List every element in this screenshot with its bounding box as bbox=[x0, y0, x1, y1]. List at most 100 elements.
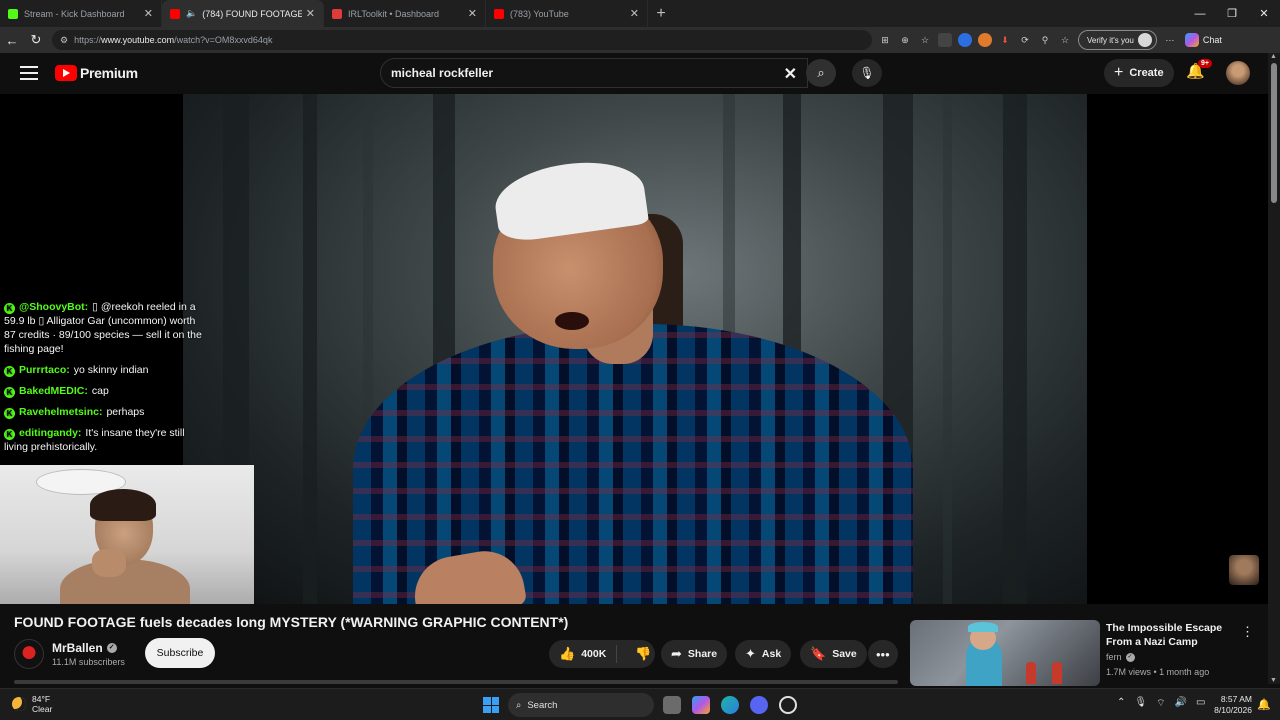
temperature: 84°F bbox=[32, 694, 51, 704]
speaker-icon[interactable]: 🔈 bbox=[186, 8, 197, 19]
microphone-icon[interactable]: 🎙 bbox=[1134, 697, 1147, 710]
url-host: www.youtube.com bbox=[101, 35, 175, 45]
address-bar[interactable]: ⚙ https://www.youtube.com/watch?v=OM8xxv… bbox=[52, 30, 872, 50]
windows-taskbar: 84°F Clear ⌕ Search ⌃ 🎙 ⌔ 🔊 ▭ 8:57 AM 8/… bbox=[0, 688, 1280, 720]
search-value: micheal rockfeller bbox=[391, 66, 494, 80]
network-icon[interactable]: ⌔ bbox=[1156, 697, 1165, 710]
split-screen-icon[interactable]: ⚲ bbox=[1038, 33, 1052, 47]
recommended-title[interactable]: The Impossible Escape From a Nazi Camp bbox=[1106, 621, 1234, 649]
kick-badge-icon: K bbox=[4, 429, 15, 440]
site-info-icon[interactable]: ⚙ bbox=[60, 35, 68, 46]
search-icon[interactable]: ⌕ bbox=[806, 59, 836, 87]
reload-icon[interactable]: ↻ bbox=[24, 28, 48, 52]
ask-button[interactable]: ✦ Ask bbox=[735, 640, 792, 668]
close-window-icon[interactable]: ✕ bbox=[1248, 0, 1280, 27]
blue-extension-icon[interactable] bbox=[958, 33, 972, 47]
clear-search-icon[interactable]: ✕ bbox=[784, 64, 797, 84]
video-watermark-avatar[interactable] bbox=[1229, 555, 1259, 585]
chat-message: Keditingandy: It's insane they're still l… bbox=[4, 426, 209, 454]
tab-youtube-home[interactable]: (783) YouTube ✕ bbox=[486, 0, 648, 27]
edge-browser-icon[interactable] bbox=[721, 696, 739, 714]
search-input[interactable]: micheal rockfeller ✕ bbox=[380, 58, 808, 88]
window-controls: — ❐ ✕ bbox=[1184, 0, 1280, 27]
taskbar-search-label: Search bbox=[527, 699, 558, 711]
thumbnail-cap bbox=[968, 622, 998, 632]
shield-extension-icon[interactable] bbox=[938, 33, 952, 47]
profile-verify-button[interactable]: Verify it's you bbox=[1078, 30, 1157, 50]
bookmark-star-icon[interactable]: ☆ bbox=[918, 33, 932, 47]
chat-message: K @ShoovyBot: ▯ @reekoh reeled in a 59.9 l… bbox=[4, 300, 209, 356]
recommended-thumbnail[interactable] bbox=[910, 620, 1100, 686]
verified-check-icon: ✓ bbox=[1125, 652, 1135, 662]
translate-icon[interactable]: ⊞ bbox=[878, 33, 892, 47]
orange-extension-icon[interactable] bbox=[978, 33, 992, 47]
more-actions-button[interactable]: ••• bbox=[868, 640, 898, 668]
save-label: Save bbox=[832, 648, 857, 660]
restore-icon[interactable]: ❐ bbox=[1216, 0, 1248, 27]
create-label: Create bbox=[1129, 67, 1164, 79]
close-tab-icon[interactable]: ✕ bbox=[468, 7, 477, 20]
windows-start-icon[interactable] bbox=[483, 697, 499, 713]
channel-name[interactable]: MrBallen ✓ bbox=[52, 641, 117, 655]
clock[interactable]: 8:57 AM 8/10/2026 bbox=[1212, 694, 1252, 716]
scrollbar-thumb[interactable] bbox=[1271, 63, 1277, 203]
clock-time: 8:57 AM bbox=[1220, 694, 1252, 704]
kick-badge-icon: K bbox=[4, 408, 15, 419]
share-button[interactable]: ➦ Share bbox=[661, 640, 728, 668]
task-view-icon[interactable] bbox=[663, 696, 681, 714]
chat-text: yo skinny indian bbox=[73, 364, 149, 376]
battery-icon[interactable]: ▭ bbox=[1196, 697, 1205, 710]
subscribe-button[interactable]: Subscribe bbox=[145, 638, 215, 668]
taskbar-search[interactable]: ⌕ Search bbox=[508, 693, 654, 717]
more-menu-icon[interactable]: ⋯ bbox=[1163, 33, 1177, 47]
close-tab-icon[interactable]: ✕ bbox=[144, 7, 153, 20]
chat-username: @ShoovyBot: bbox=[19, 301, 89, 313]
close-tab-icon[interactable]: ✕ bbox=[306, 7, 315, 20]
minimize-icon[interactable]: — bbox=[1184, 0, 1216, 27]
system-tray: ⌃ 🎙 ⌔ 🔊 ▭ bbox=[1117, 697, 1205, 710]
obs-icon[interactable] bbox=[779, 696, 797, 714]
tab-kick-dashboard[interactable]: Stream - Kick Dashboard ✕ bbox=[0, 0, 162, 27]
volume-icon[interactable]: 🔊 bbox=[1175, 697, 1187, 710]
channel-avatar[interactable] bbox=[14, 639, 44, 669]
extensions-puzzle-icon[interactable]: ⟳ bbox=[1018, 33, 1032, 47]
youtube-play-icon bbox=[55, 65, 77, 81]
hamburger-menu-icon[interactable] bbox=[20, 66, 38, 80]
like-button[interactable]: 👍 400K bbox=[549, 645, 618, 663]
page-scrollbar[interactable]: ▲ ▼ bbox=[1268, 53, 1280, 684]
horizontal-scrollbar[interactable] bbox=[14, 680, 898, 684]
account-avatar[interactable] bbox=[1226, 61, 1250, 85]
scroll-up-icon[interactable]: ▲ bbox=[1270, 53, 1277, 60]
youtube-logo[interactable]: Premium bbox=[55, 65, 138, 81]
notification-bell-icon[interactable]: 🔔 bbox=[1257, 698, 1271, 711]
recommended-video[interactable]: The Impossible Escape From a Nazi Camp f… bbox=[910, 620, 1268, 686]
tab-irltoolkit[interactable]: IRLToolkit • Dashboard ✕ bbox=[324, 0, 486, 27]
logo-text: Premium bbox=[80, 65, 138, 81]
zoom-icon[interactable]: ⊕ bbox=[898, 33, 912, 47]
close-tab-icon[interactable]: ✕ bbox=[630, 7, 639, 20]
kebab-menu-icon[interactable]: ⋮ bbox=[1241, 624, 1254, 640]
new-tab-button[interactable]: + bbox=[648, 0, 674, 27]
dislike-button[interactable]: 👎 bbox=[623, 646, 663, 662]
create-button[interactable]: + Create bbox=[1104, 59, 1174, 87]
thumbs-up-icon: 👍 bbox=[559, 646, 576, 661]
copilot-icon[interactable] bbox=[692, 696, 710, 714]
streamer-hand bbox=[92, 549, 126, 577]
microphone-icon[interactable]: 🎙 bbox=[852, 59, 882, 87]
copilot-chat-button[interactable]: Chat bbox=[1184, 33, 1222, 47]
weather-widget[interactable]: 84°F Clear bbox=[12, 694, 52, 714]
tab-youtube-video[interactable]: 🔈 (784) FOUND FOOTAGE fuels ✕ bbox=[162, 0, 324, 27]
chat-label: Chat bbox=[1202, 35, 1222, 45]
video-frame[interactable] bbox=[183, 94, 1087, 604]
discord-icon[interactable] bbox=[750, 696, 768, 714]
save-button[interactable]: 🔖 Save bbox=[800, 640, 867, 668]
chevron-up-icon[interactable]: ⌃ bbox=[1117, 697, 1125, 710]
scroll-down-icon[interactable]: ▼ bbox=[1270, 677, 1277, 684]
browser-toolbar: ← ↻ ⚙ https://www.youtube.com/watch?v=OM… bbox=[0, 27, 1280, 53]
back-arrow-icon[interactable]: ← bbox=[0, 28, 24, 52]
recommended-channel[interactable]: fern ✓ bbox=[1106, 652, 1135, 662]
tab-title: (783) YouTube bbox=[510, 8, 569, 19]
download-icon[interactable]: ⬇ bbox=[998, 33, 1012, 47]
favorites-icon[interactable]: ☆ bbox=[1058, 33, 1072, 47]
notification-badge: 9+ bbox=[1198, 59, 1212, 68]
